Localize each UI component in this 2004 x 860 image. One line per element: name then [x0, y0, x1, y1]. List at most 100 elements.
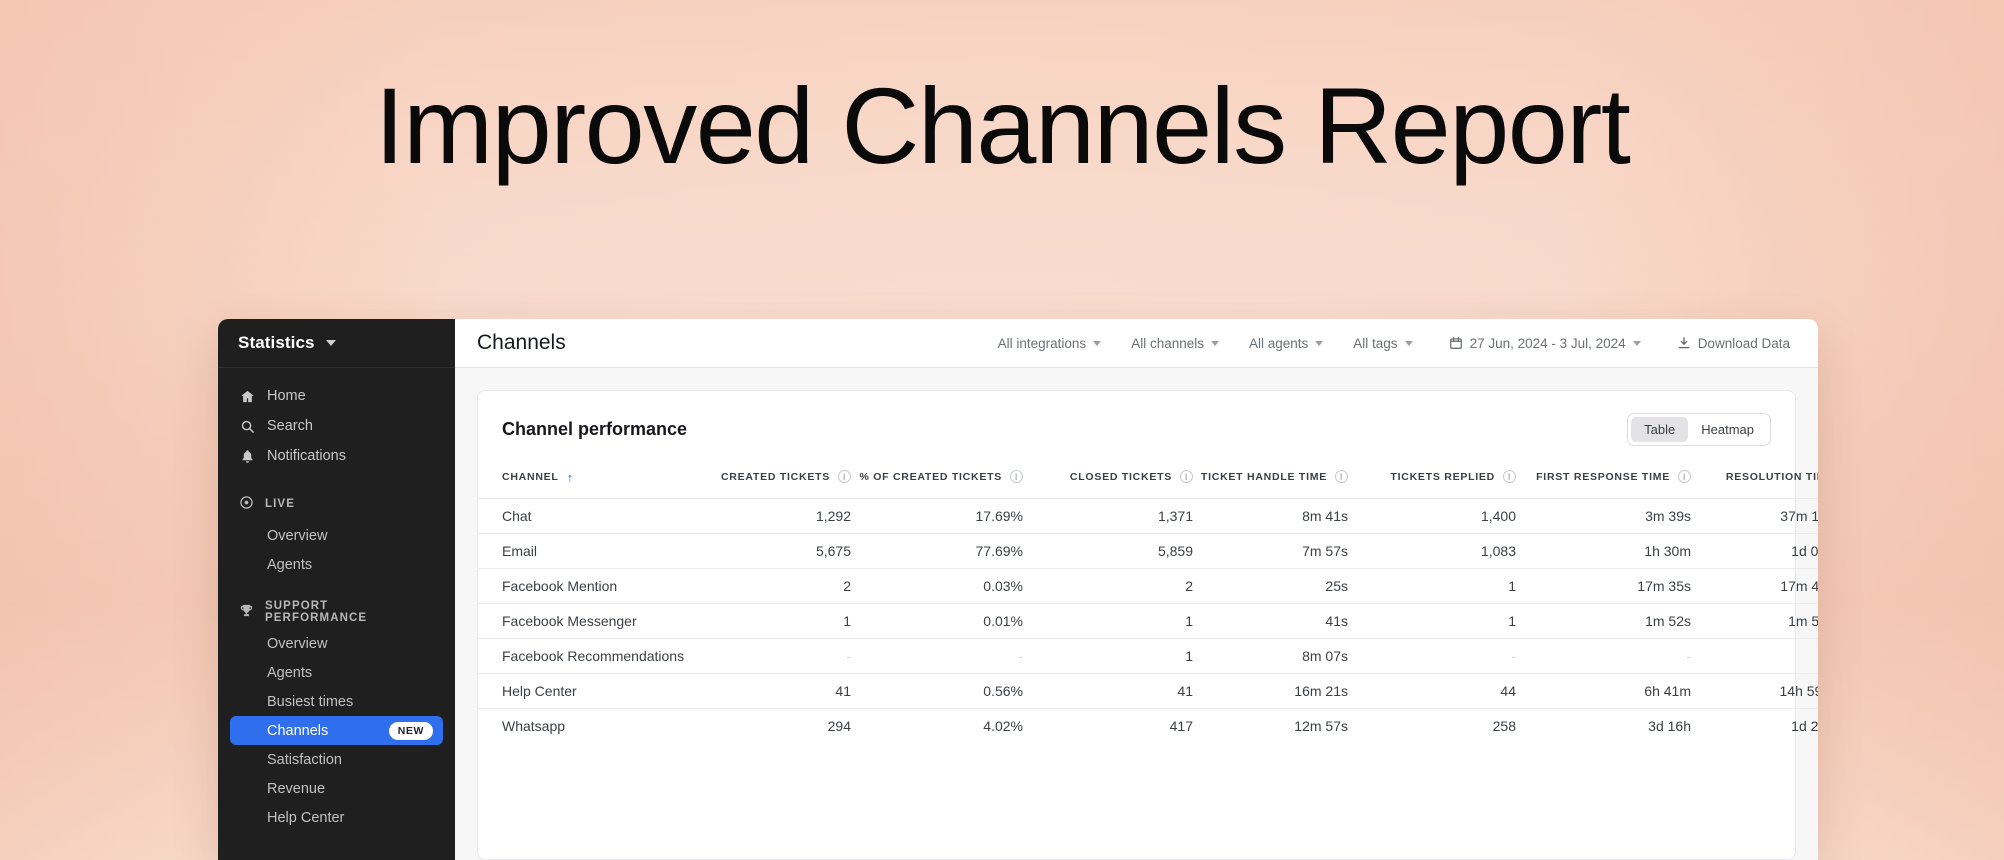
sidebar-app-switcher[interactable]: Statistics: [218, 319, 455, 368]
cell-resolution: -: [1691, 638, 1818, 674]
cell-handle_time: 8m 07s: [1193, 638, 1348, 674]
cell-replied: 1: [1348, 568, 1516, 604]
filter-all-channels[interactable]: All channels: [1125, 332, 1225, 355]
cell-replied: 44: [1348, 673, 1516, 709]
cell-channel: Email: [478, 533, 703, 569]
sidebar-item-channels[interactable]: Channels NEW: [230, 716, 443, 745]
col-header-pct-created-tickets[interactable]: % OF CREATED TICKETS i: [851, 462, 1023, 499]
home-icon: [239, 388, 255, 404]
table-row[interactable]: Facebook Messenger10.01%141s11m 52s1m 52…: [478, 603, 1818, 639]
col-header-first-response-time[interactable]: FIRST RESPONSE TIME i: [1516, 462, 1691, 499]
sidebar-item-busiest-times[interactable]: Busiest times: [230, 687, 443, 716]
cell-created: -: [703, 638, 851, 674]
view-toggle-table[interactable]: Table: [1631, 417, 1689, 442]
chevron-down-icon: [1210, 340, 1219, 346]
sidebar-item-search[interactable]: Search: [230, 411, 443, 441]
date-range-picker[interactable]: 27 Jun, 2024 - 3 Jul, 2024: [1443, 332, 1647, 355]
sidebar-item-label: Agents: [267, 556, 313, 573]
calendar-icon: [1449, 336, 1463, 350]
page-title: Channels: [477, 331, 566, 354]
new-badge: NEW: [388, 721, 433, 740]
cell-resolution: 1d 22h: [1691, 708, 1818, 743]
download-icon: [1677, 336, 1691, 350]
col-header-closed-tickets[interactable]: CLOSED TICKETS i: [1023, 462, 1193, 499]
info-icon[interactable]: i: [838, 470, 851, 483]
cell-handle_time: 25s: [1193, 568, 1348, 604]
cell-pct_created: 0.01%: [851, 603, 1023, 639]
cell-channel: Facebook Recommendations: [478, 638, 703, 674]
hero-title: Improved Channels Report: [374, 64, 1631, 186]
col-header-channel[interactable]: CHANNEL ↑: [478, 462, 703, 499]
table-row[interactable]: Help Center 41 0.56% 41 16m 21s 44 6h 41m 14h 5…: [478, 673, 1818, 709]
sidebar-item-label: Home: [267, 388, 306, 404]
table-row[interactable]: Email 5,675 77.69% 5,859 7m 57s 1,083 1h 30m 1d…: [478, 533, 1818, 569]
card-header: Channel performance Table Heatmap: [478, 391, 1795, 462]
sidebar-item-notifications[interactable]: Notifications: [230, 441, 443, 471]
info-icon[interactable]: i: [1678, 470, 1691, 483]
info-icon[interactable]: i: [1010, 470, 1023, 483]
col-header-resolution-time[interactable]: RESOLUTION TIME: [1691, 462, 1818, 499]
chevron-down-icon: [1315, 340, 1324, 346]
col-header-tickets-replied[interactable]: TICKETS REPLIED i: [1348, 462, 1516, 499]
cell-first_resp: 17m 35s: [1516, 568, 1691, 604]
cell-pct_created: -: [851, 638, 1023, 674]
cell-created: 294: [703, 708, 851, 743]
cell-handle_time: 16m 21s: [1193, 673, 1348, 709]
cell-handle_time: 41s: [1193, 603, 1348, 639]
sort-ascending-icon: ↑: [566, 469, 574, 485]
sidebar-item-label: Busiest times: [267, 693, 354, 710]
download-data-button[interactable]: Download Data: [1671, 332, 1796, 355]
sidebar-nav: Home Search Notifications LIVE Overview …: [218, 368, 455, 832]
table-row[interactable]: Chat 1,292 17.69% 1,371 8m 41s 1,400 3m 39s 37m…: [478, 498, 1818, 534]
cell-pct_created: 0.03%: [851, 568, 1023, 604]
sidebar-item-label: Agents: [267, 664, 313, 681]
sidebar-item-home[interactable]: Home: [230, 381, 443, 411]
sidebar-item-satisfaction[interactable]: Satisfaction: [230, 745, 443, 774]
filter-label: All agents: [1248, 335, 1309, 351]
cell-resolution: 17m 44s: [1691, 568, 1818, 604]
sidebar-item-sp-agents[interactable]: Agents: [230, 658, 443, 687]
cell-created: 1: [703, 603, 851, 639]
card-title: Channel performance: [502, 419, 688, 439]
table-row[interactable]: Whatsapp2944.02%41712m 57s2583d 16h1d 22…: [478, 708, 1818, 743]
cell-closed: 417: [1023, 708, 1193, 743]
main-area: Channels All integrations All channels A…: [455, 319, 1818, 860]
cell-channel: Facebook Messenger: [478, 603, 703, 639]
filter-all-integrations[interactable]: All integrations: [992, 332, 1108, 355]
table-body: Chat 1,292 17.69% 1,371 8m 41s 1,400 3m 39s 37m…: [478, 498, 1818, 743]
table-row[interactable]: Facebook Mention20.03%225s117m 35s17m 44…: [478, 568, 1818, 604]
table-row[interactable]: Facebook Recommendations--18m 07s---: [478, 638, 1818, 674]
col-header-created-tickets[interactable]: CREATED TICKETS i: [703, 462, 851, 499]
sidebar-item-help-center[interactable]: Help Center: [230, 803, 443, 832]
live-dot-icon: [239, 495, 254, 513]
cell-channel: Chat: [478, 498, 703, 534]
sidebar-section-support-performance: SUPPORT PERFORMANCE: [230, 600, 443, 624]
bell-icon: [239, 448, 255, 464]
sidebar-item-sp-overview[interactable]: Overview: [230, 629, 443, 658]
filter-label: All channels: [1131, 335, 1204, 351]
cell-closed: 1: [1023, 603, 1193, 639]
trophy-icon: [239, 603, 254, 621]
cell-pct_created: 0.56%: [851, 673, 1023, 709]
cell-closed: 1: [1023, 638, 1193, 674]
col-label: TICKET HANDLE TIME: [1200, 470, 1327, 483]
sidebar-item-revenue[interactable]: Revenue: [230, 774, 443, 803]
info-icon[interactable]: i: [1503, 470, 1516, 483]
sidebar-item-live-agents[interactable]: Agents: [230, 550, 443, 579]
filter-all-tags[interactable]: All tags: [1347, 332, 1418, 355]
col-label: CREATED TICKETS: [720, 470, 830, 483]
col-header-ticket-handle-time[interactable]: TICKET HANDLE TIME i: [1193, 462, 1348, 499]
sidebar-item-label: Overview: [267, 635, 328, 652]
channel-performance-card: Channel performance Table Heatmap CHANNE…: [477, 390, 1818, 860]
sidebar-section-label: SUPPORT PERFORMANCE: [265, 600, 368, 624]
filter-all-agents[interactable]: All agents: [1243, 332, 1329, 355]
filter-label: All integrations: [997, 335, 1087, 351]
sidebar-item-label: Revenue: [267, 780, 326, 797]
info-icon[interactable]: i: [1335, 470, 1348, 483]
sidebar-item-label: Help Center: [267, 809, 345, 826]
sidebar-section-label: LIVE: [265, 498, 295, 510]
view-toggle-heatmap[interactable]: Heatmap: [1688, 417, 1767, 442]
cell-resolution: 37m 14s: [1691, 498, 1818, 534]
sidebar-item-live-overview[interactable]: Overview: [230, 521, 443, 550]
info-icon[interactable]: i: [1180, 470, 1193, 483]
